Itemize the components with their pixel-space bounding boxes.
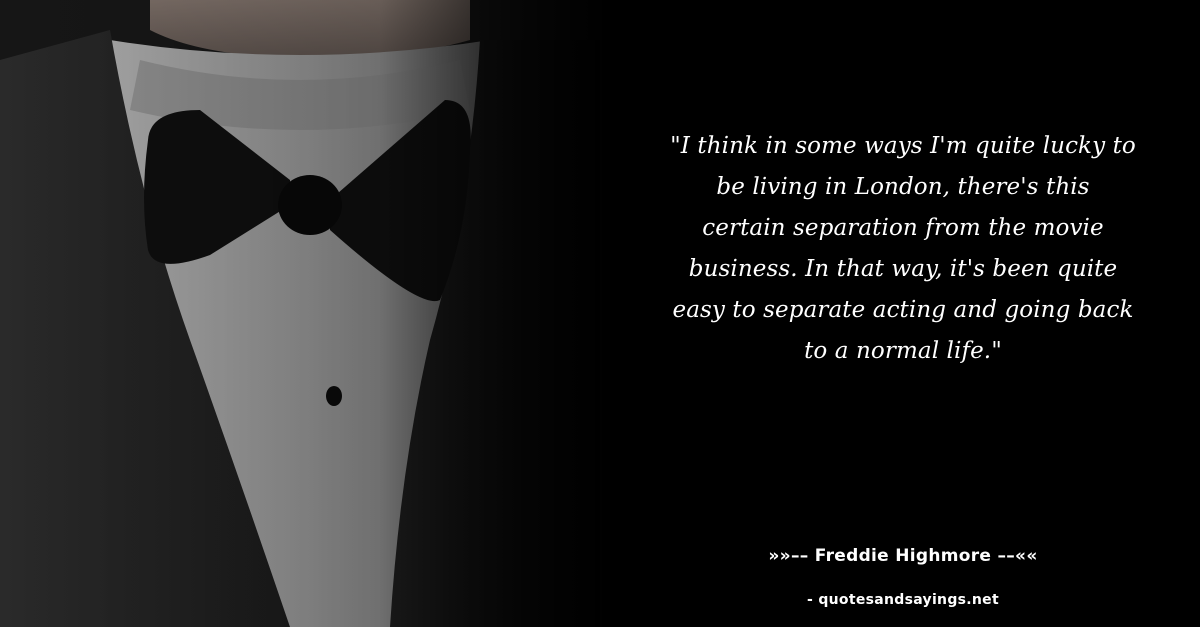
source-website: - quotesandsayings.net xyxy=(807,592,999,608)
quote-text: "I think in some ways I'm quite lucky to… xyxy=(630,126,1176,372)
quote-line: "I think in some ways I'm quite lucky to xyxy=(670,133,1136,159)
quote-card: "I think in some ways I'm quite lucky to… xyxy=(0,0,1200,627)
quote-line: certain separation from the movie xyxy=(702,215,1104,241)
quote-line: be living in London, there's this xyxy=(716,174,1090,200)
quote-line: business. In that way, it's been quite xyxy=(688,256,1118,282)
quote-line: to a normal life." xyxy=(804,338,1002,364)
author-attribution: »»–– Freddie Highmore ––«« xyxy=(768,546,1038,566)
quote-line: easy to separate acting and going back xyxy=(672,297,1134,323)
